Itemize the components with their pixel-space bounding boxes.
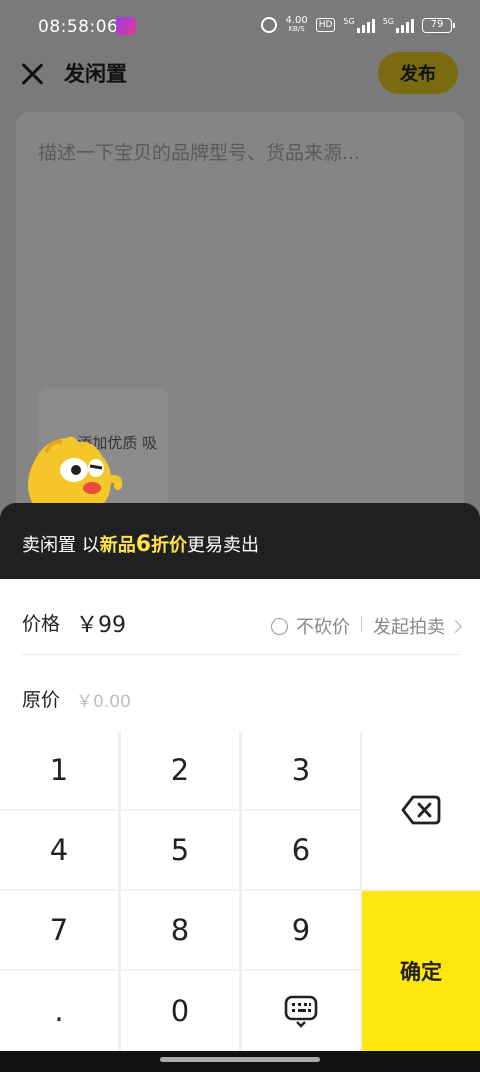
net-speed-value: 4.00 bbox=[285, 15, 308, 26]
status-icons: 4.00 KB/S HD 5G 5G 79 bbox=[261, 16, 455, 34]
sim2-label: 5G bbox=[382, 17, 394, 26]
header: 发闲置 发布 bbox=[0, 52, 480, 96]
key-6[interactable]: 6 bbox=[242, 811, 360, 889]
original-price-label: 原价 bbox=[22, 689, 61, 711]
original-price-row[interactable]: 原价 ￥0.00 bbox=[22, 655, 460, 731]
publish-button[interactable]: 发布 bbox=[378, 52, 458, 94]
key-dot[interactable]: . bbox=[0, 971, 118, 1051]
home-indicator[interactable] bbox=[160, 1057, 320, 1062]
numeric-keypad: 1 2 3 4 5 6 7 8 9 . 0 确定 bbox=[0, 731, 480, 1051]
key-2[interactable]: 2 bbox=[121, 731, 239, 809]
auction-label: 发起拍卖 bbox=[373, 617, 445, 638]
promo-suffix: 更易卖出 bbox=[187, 535, 260, 556]
price-row[interactable]: 价格 ￥99 不砍价 发起拍卖 bbox=[22, 579, 462, 655]
promo-prefix: 卖闲置 以 bbox=[22, 535, 100, 556]
key-5[interactable]: 5 bbox=[121, 811, 239, 889]
price-input[interactable]: ￥99 bbox=[76, 607, 126, 639]
key-7[interactable]: 7 bbox=[0, 891, 118, 969]
key-3[interactable]: 3 bbox=[242, 731, 360, 809]
keyboard-hide-button[interactable] bbox=[242, 971, 360, 1051]
key-8[interactable]: 8 bbox=[121, 891, 239, 969]
app-icon bbox=[116, 17, 136, 35]
net-speed-unit: KB/S bbox=[288, 25, 305, 33]
auction-link[interactable]: 发起拍卖 bbox=[373, 613, 462, 639]
no-bargain-toggle[interactable]: 不砍价 bbox=[271, 613, 350, 639]
key-0[interactable]: 0 bbox=[121, 971, 239, 1051]
radio-icon bbox=[271, 617, 288, 635]
price-panel: 价格 ￥99 不砍价 发起拍卖 原价 ￥0.00 bbox=[0, 579, 480, 731]
promo-banner: 卖闲置 以新品6折价更易卖出 bbox=[0, 503, 480, 579]
backspace-button[interactable] bbox=[362, 731, 480, 889]
price-label: 价格 bbox=[22, 613, 61, 635]
keyboard-hide-icon bbox=[284, 995, 318, 1028]
net-speed: 4.00 KB/S bbox=[285, 16, 307, 34]
chevron-right-icon bbox=[449, 619, 462, 633]
promo-number: 6 bbox=[135, 532, 152, 557]
no-bargain-label: 不砍价 bbox=[296, 617, 350, 638]
original-price-input[interactable]: ￥0.00 bbox=[76, 687, 131, 712]
signal-icon-2: 5G bbox=[383, 17, 414, 33]
signal-icon: 5G bbox=[343, 17, 375, 33]
key-1[interactable]: 1 bbox=[0, 731, 118, 809]
promo-highlight-1: 新品 bbox=[99, 535, 136, 556]
divider bbox=[361, 616, 362, 632]
key-9[interactable]: 9 bbox=[242, 891, 360, 969]
alarm-icon bbox=[261, 17, 278, 33]
battery-icon: 79 bbox=[422, 17, 455, 33]
status-bar: 08:58:06 4.00 KB/S HD 5G 5G 79 bbox=[0, 0, 480, 52]
status-time: 08:58:06 bbox=[38, 17, 119, 37]
close-icon[interactable] bbox=[20, 62, 44, 86]
mascot-icon bbox=[27, 436, 123, 512]
key-4[interactable]: 4 bbox=[0, 811, 118, 889]
system-nav-bar bbox=[0, 1051, 480, 1072]
backspace-icon bbox=[401, 795, 441, 825]
description-input[interactable]: 描述一下宝贝的品牌型号、货品来源... bbox=[38, 138, 360, 165]
hd-icon: HD bbox=[315, 18, 336, 32]
sim1-label: 5G bbox=[343, 17, 355, 26]
confirm-button[interactable]: 确定 bbox=[362, 891, 480, 1051]
page-title: 发闲置 bbox=[64, 62, 127, 86]
promo-highlight-2: 折价 bbox=[151, 535, 188, 556]
